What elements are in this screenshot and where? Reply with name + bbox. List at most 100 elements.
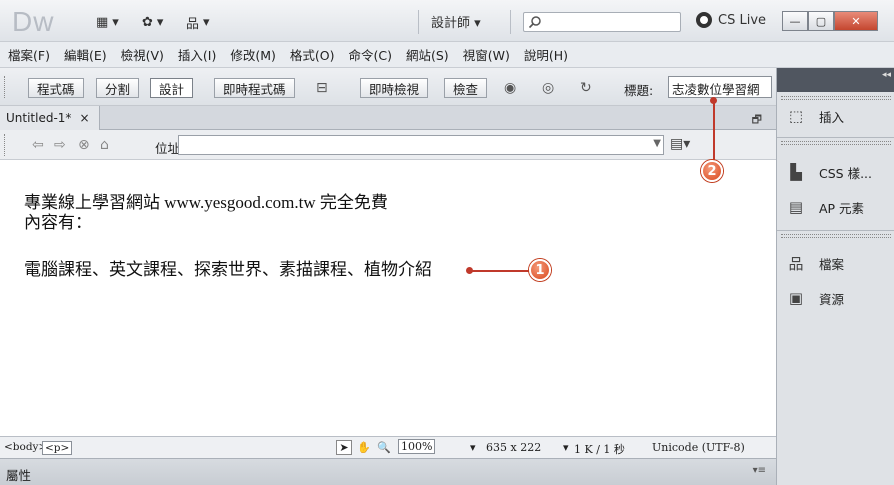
- stop-icon[interactable]: ⊗: [78, 137, 90, 153]
- menu-insert[interactable]: 插入(I): [178, 45, 216, 64]
- document-tab-strip: Untitled-1* × 🗗: [0, 106, 776, 130]
- panel-grip[interactable]: [781, 141, 891, 145]
- menu-site[interactable]: 網站(S): [406, 45, 449, 64]
- insert-icon: ⬚: [788, 107, 804, 125]
- callout-1: 1: [529, 259, 551, 281]
- help-search-input[interactable]: [523, 12, 681, 32]
- content-line-2[interactable]: 內容有：: [24, 208, 92, 233]
- restore-window-icon[interactable]: 🗗: [752, 111, 762, 130]
- cs-live-button[interactable]: CS Live: [696, 12, 766, 28]
- css-styles-icon: ▙: [790, 163, 802, 181]
- download-size-time: 1 K / 1 秒: [574, 443, 625, 456]
- panel-options-icon[interactable]: ▾≡: [753, 465, 766, 476]
- title-bar: Dw ▦ ▾ ✿ ▾ 品 ▾ 設計師 ▾ CS Live — ▢ ✕: [0, 0, 894, 42]
- menu-commands[interactable]: 命令(C): [349, 45, 392, 64]
- panel-files[interactable]: 品 檔案: [785, 252, 844, 274]
- cs-live-icon: [696, 12, 712, 28]
- panel-insert[interactable]: ⬚ 插入: [785, 105, 844, 127]
- tag-selector-p[interactable]: <p>: [42, 441, 73, 455]
- menu-window[interactable]: 視窗(W): [463, 45, 510, 64]
- document-tab[interactable]: Untitled-1* ×: [0, 106, 100, 130]
- cs-live-label: CS Live: [718, 12, 767, 28]
- callout-2: 2: [701, 160, 723, 182]
- site-menu-button[interactable]: 品 ▾: [186, 12, 210, 32]
- visual-aids-icon[interactable]: ◎: [542, 80, 560, 96]
- toolbar-grip[interactable]: [4, 76, 7, 98]
- design-view[interactable]: 專業線上學習網站 www.yesgood.com.tw 完全免費 內容有： 電腦…: [0, 160, 776, 436]
- title-label: 標題:: [624, 83, 654, 98]
- menu-bar: 檔案(F) 編輯(E) 檢視(V) 插入(I) 修改(M) 格式(O) 命令(C…: [0, 42, 894, 68]
- chevron-down-icon: ▾: [112, 14, 119, 30]
- inspect-button[interactable]: 檢查: [444, 78, 488, 98]
- refresh-icon[interactable]: ↻: [580, 80, 598, 96]
- right-panel-dock: ◂◂ ⬚ 插入 ▙ CSS 樣... ▤ AP 元素 品 檔案 ▣ 資源: [776, 68, 894, 485]
- forward-icon[interactable]: ⇨: [54, 137, 66, 153]
- address-grip[interactable]: [4, 134, 7, 156]
- ap-elements-icon: ▤: [788, 198, 804, 216]
- live-code-button[interactable]: 即時程式碼: [214, 78, 295, 98]
- panel-grip[interactable]: [781, 234, 891, 238]
- address-input[interactable]: ▼: [178, 135, 664, 155]
- panel-css-styles[interactable]: ▙ CSS 樣...: [785, 161, 872, 183]
- window-controls: — ▢ ✕: [782, 11, 878, 31]
- assets-icon: ▣: [788, 289, 804, 307]
- dreamweaver-logo: Dw: [12, 6, 55, 37]
- zoom-tool-icon[interactable]: 🔍: [376, 440, 392, 455]
- extend-menu-button[interactable]: ✿ ▾: [142, 12, 163, 32]
- chevron-down-icon[interactable]: ▾: [470, 441, 476, 454]
- panel-ap-elements[interactable]: ▤ AP 元素: [785, 196, 864, 218]
- document-tab-label: Untitled-1*: [6, 111, 72, 125]
- menu-modify[interactable]: 修改(M): [230, 45, 276, 64]
- content-line-3[interactable]: 電腦課程、英文課程、探索世界、素描課程、植物介紹: [24, 255, 432, 280]
- properties-panel-bar[interactable]: 屬性 ▾≡: [0, 458, 776, 485]
- menu-view[interactable]: 檢視(V): [121, 45, 164, 64]
- chevron-down-icon[interactable]: ▾: [563, 441, 569, 454]
- layout-menu-button[interactable]: ▦ ▾: [96, 12, 119, 32]
- panel-dock-header: ◂◂: [777, 68, 894, 92]
- menu-edit[interactable]: 編輯(E): [64, 45, 107, 64]
- minimize-button[interactable]: —: [782, 11, 808, 31]
- panel-css-label: CSS 樣...: [819, 165, 872, 181]
- menu-format[interactable]: 格式(O): [290, 45, 335, 64]
- panel-assets-label: 資源: [819, 291, 845, 307]
- preview-browser-icon[interactable]: ◉: [504, 80, 522, 96]
- code-view-button[interactable]: 程式碼: [28, 78, 84, 98]
- address-bar: ⇦ ⇨ ⊗ ⌂ 位址: ▼ ▤▾: [0, 130, 776, 160]
- page-title-input[interactable]: 志凌數位學習網: [668, 76, 772, 98]
- files-tree-icon: 品: [788, 254, 804, 273]
- hand-tool-icon[interactable]: ✋: [356, 440, 372, 455]
- design-view-button[interactable]: 設計: [150, 78, 194, 98]
- browse-options-icon[interactable]: ▤▾: [670, 136, 690, 152]
- back-icon[interactable]: ⇦: [32, 137, 44, 153]
- workspace-switcher[interactable]: 設計師 ▾: [431, 12, 481, 31]
- chevron-down-icon: ▾: [203, 14, 210, 30]
- gear-icon: ✿: [142, 14, 153, 30]
- window-size[interactable]: 635 x 222: [486, 441, 541, 454]
- panel-assets[interactable]: ▣ 資源: [785, 287, 844, 309]
- document-toolbar: 程式碼 分割 設計 即時程式碼 ⊟ 即時檢視 檢查 ◉ ◎ ↻ 標題: 志凌數位…: [0, 68, 776, 106]
- encoding-label: Unicode (UTF-8): [652, 441, 745, 454]
- separator: [510, 10, 511, 34]
- menu-file[interactable]: 檔案(F): [8, 45, 50, 64]
- home-icon[interactable]: ⌂: [100, 137, 109, 153]
- close-button[interactable]: ✕: [834, 11, 878, 31]
- panel-files-label: 檔案: [819, 256, 845, 272]
- split-view-button[interactable]: 分割: [96, 78, 140, 98]
- panel-grip[interactable]: [781, 96, 891, 100]
- close-tab-icon[interactable]: ×: [79, 111, 89, 125]
- callout-1-leader: [470, 270, 530, 272]
- maximize-button[interactable]: ▢: [808, 11, 834, 31]
- panel-ap-label: AP 元素: [819, 200, 865, 216]
- chevron-down-icon: ▾: [156, 14, 164, 30]
- panel-insert-label: 插入: [819, 109, 845, 125]
- zoom-select[interactable]: 100%: [398, 439, 436, 454]
- menu-help[interactable]: 說明(H): [524, 45, 568, 64]
- live-view-button[interactable]: 即時檢視: [360, 78, 429, 98]
- tag-selector-body[interactable]: <body>: [4, 441, 47, 453]
- layout-icon: ▦: [96, 14, 109, 30]
- pointer-tool-icon[interactable]: ➤: [336, 440, 352, 455]
- collapse-panel-icon[interactable]: ◂◂: [882, 70, 891, 80]
- chevron-down-icon[interactable]: ▼: [653, 138, 661, 149]
- file-status-icon[interactable]: ⊟: [316, 80, 334, 96]
- search-icon: [528, 16, 541, 29]
